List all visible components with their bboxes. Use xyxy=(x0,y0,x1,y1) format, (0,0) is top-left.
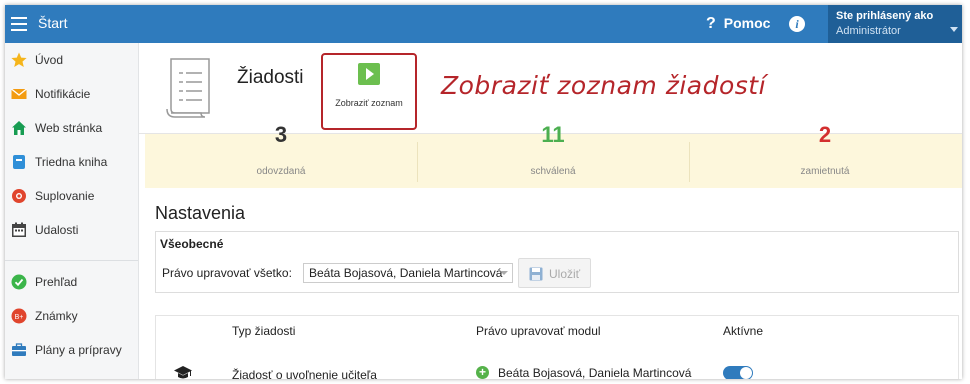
home-icon xyxy=(12,121,26,135)
save-icon xyxy=(529,267,543,281)
column-header: Typ žiadosti xyxy=(232,324,296,338)
general-settings-panel: Všeobecné Právo upravovať všetko: Beáta … xyxy=(155,231,959,293)
sidebar-item-triedna-kniha[interactable]: Triedna kniha xyxy=(5,145,138,179)
grades-icon: B+ xyxy=(11,308,27,324)
sidebar-item-label: Triedna kniha xyxy=(35,155,108,169)
sidebar-item-label: Notifikácie xyxy=(35,87,91,101)
chevron-down-icon xyxy=(500,271,508,275)
briefcase-icon xyxy=(12,343,26,356)
sidebar-item-notifikacie[interactable]: Notifikácie xyxy=(5,77,138,111)
top-bar: Štart ? Pomoc i Ste prihlásený ako Admini… xyxy=(5,5,962,43)
calendar-icon xyxy=(12,222,26,237)
stats-bar: 3 odovzdaná 11 schválená 2 zamietnutá xyxy=(145,124,962,188)
stat-submitted[interactable]: 3 odovzdaná xyxy=(145,124,417,188)
stat-value: 3 xyxy=(274,122,288,147)
stat-value: 11 xyxy=(541,122,565,147)
sidebar-item-udalosti[interactable]: Udalosti xyxy=(5,213,138,247)
help-label: Pomoc xyxy=(723,15,771,31)
settings-title: Nastavenia xyxy=(155,203,246,223)
app-title[interactable]: Štart xyxy=(38,15,68,31)
book-icon xyxy=(13,155,25,169)
stat-approved[interactable]: 11 schválená xyxy=(417,124,689,188)
permission-select[interactable]: Beáta Bojasová, Daniela Martincová xyxy=(303,263,513,283)
annotation-text: Zobraziť zoznam žiadostí xyxy=(441,71,767,100)
column-header: Aktívne xyxy=(723,324,764,338)
chevron-down-icon xyxy=(950,27,958,32)
add-editor-icon[interactable]: + xyxy=(476,366,489,379)
main-content: Žiadosti Zobraziť zoznam Zobraziť zoznam… xyxy=(139,43,962,379)
sidebar-item-label: Suplovanie xyxy=(35,189,95,203)
play-icon[interactable] xyxy=(358,63,380,85)
sidebar-item-znamky[interactable]: B+ Známky xyxy=(5,299,138,333)
request-type-cell: Žiadosť o uvoľnenie učiteľa xyxy=(232,368,377,379)
stat-rejected[interactable]: 2 zamietnutá xyxy=(689,124,961,188)
stat-label: zamietnutá xyxy=(800,166,850,177)
stat-value: 2 xyxy=(818,122,832,147)
svg-text:B+: B+ xyxy=(15,314,24,321)
check-circle-icon xyxy=(11,274,27,290)
help-button[interactable]: ? Pomoc xyxy=(706,15,770,33)
editors-cell: Beáta Bojasová, Daniela Martincová xyxy=(498,366,692,379)
sidebar-item-label: Prehľad xyxy=(35,275,78,289)
sidebar-item-suplovanie[interactable]: Suplovanie xyxy=(5,179,138,213)
stat-label: odovzdaná xyxy=(256,166,306,177)
sidebar-item-prehlad[interactable]: Prehľad xyxy=(5,265,138,299)
save-label: Uložiť xyxy=(549,267,581,281)
request-types-table: Typ žiadosti Právo upravovať modul Aktív… xyxy=(155,315,959,379)
question-icon: ? xyxy=(706,15,716,32)
save-button[interactable]: Uložiť xyxy=(518,258,591,288)
envelope-icon xyxy=(11,88,27,99)
stat-label: schválená xyxy=(530,166,576,177)
permission-value: Beáta Bojasová, Daniela Martincová xyxy=(309,266,503,280)
sidebar-item-plany[interactable]: Plány a prípravy xyxy=(5,333,138,367)
sidebar-divider xyxy=(5,260,138,261)
life-ring-icon xyxy=(12,189,26,203)
sidebar-item-label: Úvod xyxy=(35,53,64,67)
info-icon[interactable]: i xyxy=(789,16,805,32)
document-icon xyxy=(166,58,210,118)
permission-label: Právo upravovať všetko: xyxy=(162,266,292,280)
sidebar-item-web[interactable]: Web stránka xyxy=(5,111,138,145)
sidebar-item-label: Známky xyxy=(35,309,78,323)
show-list-button[interactable]: Zobraziť zoznam xyxy=(321,98,417,108)
sidebar: Úvod Notifikácie Web stránka Triedna kni… xyxy=(5,43,139,379)
user-menu[interactable]: Ste prihlásený ako Administrátor xyxy=(828,5,962,43)
hamburger-icon[interactable] xyxy=(11,17,27,31)
user-label: Ste prihlásený ako xyxy=(836,10,934,22)
column-header: Právo upravovať modul xyxy=(476,324,601,338)
sidebar-item-label: Plány a prípravy xyxy=(35,343,122,357)
general-title: Všeobecné xyxy=(160,237,224,251)
sidebar-item-label: Udalosti xyxy=(35,223,79,237)
page-header: Žiadosti Zobraziť zoznam Zobraziť zoznam… xyxy=(139,43,962,134)
sidebar-item-label: Web stránka xyxy=(35,121,103,135)
star-icon xyxy=(11,52,27,67)
user-role: Administrátor xyxy=(836,25,901,37)
graduation-cap-icon xyxy=(174,366,192,379)
active-toggle[interactable] xyxy=(723,366,753,379)
sidebar-item-uvod[interactable]: Úvod xyxy=(5,43,138,77)
app-window: Štart ? Pomoc i Ste prihlásený ako Admini… xyxy=(5,5,962,379)
page-title: Žiadosti xyxy=(237,67,304,88)
